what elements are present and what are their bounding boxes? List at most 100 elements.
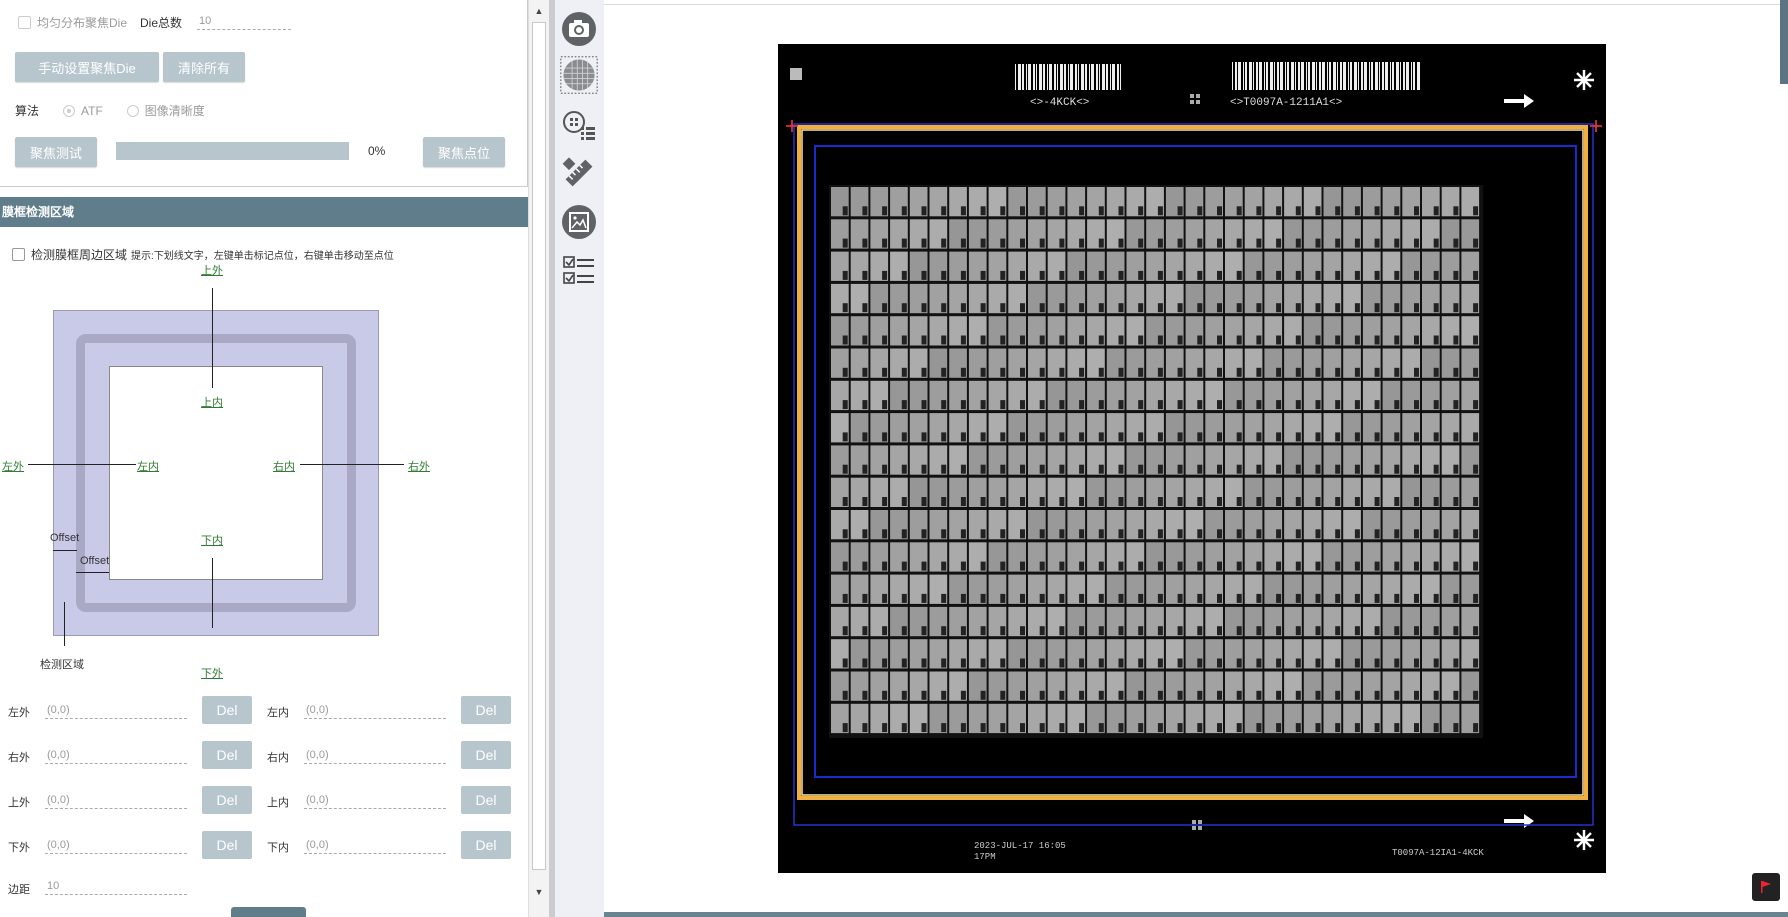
top-outer-input[interactable]: (0,0) [45,791,187,809]
barcode-bar [1091,64,1094,90]
bottom-inner-input[interactable]: (0,0) [304,836,446,854]
clear-all-button[interactable]: 清除所有 [163,52,245,82]
left-inner-link[interactable]: 左内 [137,458,159,474]
top-outer-link[interactable]: 上外 [201,262,223,278]
die-notch [1335,658,1341,668]
top-inner-input[interactable]: (0,0) [304,791,446,809]
bottom-outer-del-button[interactable]: Del [202,831,252,859]
barcode-bar [1369,62,1370,90]
die-notch [980,593,986,603]
measure-icon[interactable] [560,154,598,192]
die-notch [1315,432,1321,442]
right-inner-input[interactable]: (0,0) [304,746,446,764]
scroll-down-arrow-icon[interactable]: ▼ [534,887,544,897]
focus-point-button[interactable]: 聚焦点位 [423,137,505,167]
die-notch [1020,658,1025,668]
uniform-focus-checkbox[interactable] [18,16,31,29]
asterisk-icon-top [1574,70,1594,90]
die-notch [1453,432,1459,442]
die-notch [1236,270,1242,280]
right-outer-link[interactable]: 右外 [408,458,430,474]
right-outer-input[interactable]: (0,0) [45,746,187,764]
flag-icon[interactable] [1752,873,1780,901]
die-notch [1335,497,1341,506]
die-notch [862,238,868,248]
checklist-icon[interactable] [560,252,598,290]
detect-frame-checkbox[interactable] [12,248,25,261]
barcode-bar [1280,62,1283,90]
die-notch [1217,561,1222,571]
left-outer-input[interactable]: (0,0) [45,701,187,719]
die-notch [1433,626,1439,636]
die-notch [1295,303,1301,313]
sharpness-radio[interactable] [126,104,139,117]
die-notch [980,690,986,700]
die-notch [1433,238,1439,248]
die-notch [1157,497,1163,506]
die-notch [1295,335,1301,345]
wafer-image[interactable]: <>-4KCK<> <>T0097A-1211A1<> 2023-JUL-17 … [778,44,1606,873]
die-list-icon[interactable] [560,106,598,144]
die-notch [941,464,947,474]
manual-set-focus-die-button[interactable]: 手动设置聚焦Die [15,52,159,82]
die-notch [1433,658,1439,668]
barcode-bar [1400,62,1401,90]
barcode-bar [1099,64,1100,90]
margin-input[interactable]: 10 [45,877,187,895]
die-notch [1414,303,1419,313]
left-inner-del-button[interactable]: Del [461,696,511,724]
die-notch [1473,529,1479,539]
die-notch [1000,497,1006,506]
top-line [212,288,213,388]
die-notch [1138,561,1144,571]
die-notch [1256,335,1262,345]
die-notch [1098,238,1104,248]
right-inner-del-button[interactable]: Del [461,741,511,769]
die-notch [842,270,848,280]
right-outer-del-button[interactable]: Del [202,741,252,769]
scrollbar-thumb[interactable] [532,22,546,870]
die-notch [1020,303,1025,313]
scroll-up-arrow-icon[interactable]: ▲ [534,6,544,16]
bottom-outer-input[interactable]: (0,0) [45,836,187,854]
die-notch [1315,529,1321,539]
barcode-bar [1026,64,1027,90]
left-outer-del-button[interactable]: Del [202,696,252,724]
top-inner-del-button[interactable]: Del [461,786,511,814]
die-total-input[interactable]: 10 [197,12,291,30]
die-notch [1433,497,1439,506]
die-notch [1039,238,1045,248]
die-notch [1295,206,1301,216]
die-notch [882,529,888,539]
die-notch [1157,303,1163,313]
bottom-inner-link[interactable]: 下内 [201,532,223,548]
left-outer-link[interactable]: 左外 [2,458,24,474]
image-frame-icon[interactable] [560,203,598,241]
camera-icon[interactable] [560,10,598,48]
die-notch [1177,432,1183,442]
atf-radio[interactable] [63,104,76,117]
die-notch [941,593,947,603]
bottom-inner-del-button[interactable]: Del [461,831,511,859]
die-notch [1098,561,1104,571]
bottom-outer-link[interactable]: 下外 [201,665,223,681]
die-notch [1079,690,1085,700]
die-notch [960,367,966,377]
left-inner-input[interactable]: (0,0) [304,701,446,719]
bottom-action-button[interactable] [231,907,306,917]
right-inner-link[interactable]: 右内 [273,458,295,474]
detect-frame-option[interactable]: 检测膜框周边区域 [12,246,127,263]
viewer-scrollbar-thumb[interactable] [1780,0,1788,84]
wafer-map-icon[interactable] [560,56,598,94]
die-notch [1157,626,1163,636]
top-inner-link[interactable]: 上内 [201,394,223,410]
focus-test-button[interactable]: 聚焦测试 [15,137,97,167]
uniform-focus-option[interactable]: 均匀分布聚焦Die [18,14,127,31]
top-outer-del-button[interactable]: Del [202,786,252,814]
die-notch [1276,335,1282,345]
die-notch [1020,561,1025,571]
die-notch [1473,270,1479,280]
die-notch [941,367,947,377]
die-notch [1256,658,1262,668]
die-notch [1059,303,1065,313]
